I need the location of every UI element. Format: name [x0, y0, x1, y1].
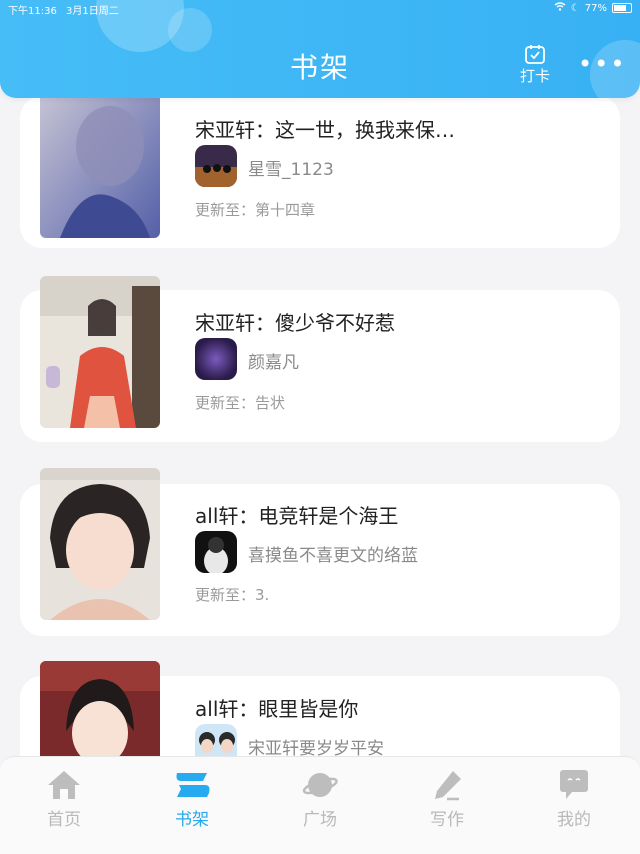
- bottom-tab-bar: 首页 书架 广场 写作 我的: [0, 756, 640, 854]
- update-status: 更新至：告状: [195, 394, 286, 412]
- planet-icon: [280, 769, 360, 801]
- book-cover[interactable]: [40, 86, 160, 238]
- bookshelf-list: 宋亚轩：这一世，换我来保… 星雪_1123 更新至：第十四章 宋亚轩：傻少爷不好…: [0, 0, 640, 853]
- status-date: 3月1日周二: [66, 6, 119, 17]
- tab-home[interactable]: 首页: [24, 769, 104, 830]
- tab-label: 首页: [47, 810, 81, 830]
- author-name: 星雪_1123: [248, 160, 334, 180]
- battery-icon: [612, 3, 632, 13]
- more-dots-icon: •••: [578, 50, 627, 78]
- book-title: 宋亚轩：傻少爷不好惹: [195, 311, 395, 335]
- status-time: 下午11:36: [8, 6, 57, 17]
- tab-label: 书架: [175, 810, 209, 830]
- tab-label: 广场: [303, 810, 337, 830]
- book-title: all轩：电竞轩是个海王: [195, 504, 399, 528]
- tab-label: 写作: [430, 810, 464, 830]
- calendar-check-icon: [516, 44, 554, 64]
- bookshelf-icon: [152, 769, 232, 801]
- status-bar-left: 下午11:36 3月1日周二: [8, 2, 119, 17]
- book-cover[interactable]: [40, 468, 160, 620]
- author-avatar: [195, 145, 237, 187]
- pen-icon: [407, 769, 487, 801]
- tab-square[interactable]: 广场: [280, 769, 360, 830]
- more-menu-button[interactable]: •••: [578, 52, 626, 76]
- tab-write[interactable]: 写作: [407, 769, 487, 830]
- author-avatar: [195, 338, 237, 380]
- book-title: 宋亚轩：这一世，换我来保…: [195, 118, 455, 142]
- tab-label: 我的: [557, 810, 591, 830]
- book-title: all轩：眼里皆是你: [195, 697, 359, 721]
- tab-profile[interactable]: 我的: [534, 769, 614, 830]
- checkin-label: 打卡: [519, 67, 550, 85]
- tab-bookshelf[interactable]: 书架: [152, 769, 232, 830]
- wifi-icon: [554, 2, 566, 14]
- checkin-button[interactable]: 打卡: [516, 44, 554, 86]
- author-name: 颜嘉凡: [248, 353, 299, 373]
- battery-percent: 77%: [584, 2, 607, 14]
- update-status: 更新至：3.: [195, 586, 270, 604]
- status-bar-right: ☾ 77%: [554, 2, 632, 14]
- chat-bubble-icon: [534, 769, 614, 801]
- author-name: 喜摸鱼不喜更文的络蓝: [248, 546, 418, 566]
- home-icon: [24, 769, 104, 801]
- moon-icon: ☾: [570, 2, 580, 14]
- header-bar: 下午11:36 3月1日周二 ☾ 77% 书架 打卡 •••: [0, 0, 640, 98]
- author-avatar: [195, 531, 237, 573]
- book-cover[interactable]: [40, 276, 160, 428]
- update-status: 更新至：第十四章: [195, 201, 316, 219]
